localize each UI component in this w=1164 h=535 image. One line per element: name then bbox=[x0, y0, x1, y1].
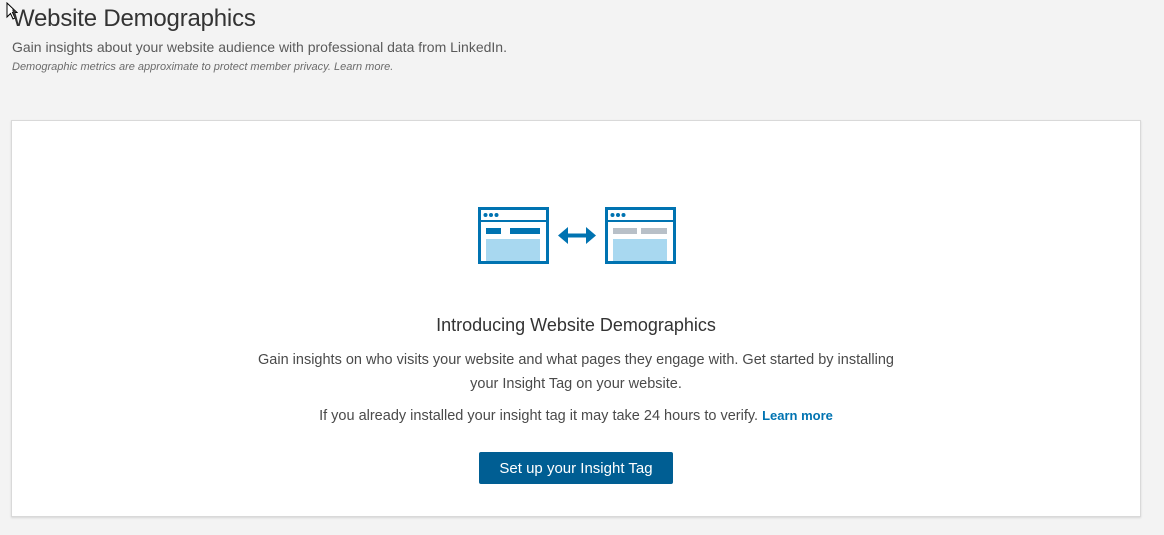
intro-description: Gain insights on who visits your website… bbox=[258, 352, 894, 392]
intro-card: Introducing Website Demographics Gain in… bbox=[11, 120, 1141, 517]
intro-title: Introducing Website Demographics bbox=[436, 315, 716, 335]
page-header: Website Demographics Gain insights about… bbox=[12, 4, 1152, 74]
page-subtitle: Gain insights about your website audienc… bbox=[12, 39, 507, 55]
privacy-note: Demographic metrics are approximate to p… bbox=[12, 60, 1152, 74]
website-sync-icon bbox=[478, 207, 676, 264]
learn-more-link[interactable]: Learn more bbox=[762, 408, 833, 423]
setup-insight-tag-button[interactable]: Set up your Insight Tag bbox=[479, 452, 673, 484]
verify-text: If you already installed your insight ta… bbox=[319, 408, 759, 424]
right-browser-icon bbox=[605, 207, 676, 264]
page-title: Website Demographics bbox=[12, 5, 256, 32]
privacy-note-text: Demographic metrics are approximate to p… bbox=[12, 61, 331, 73]
sync-arrow-icon bbox=[558, 227, 596, 244]
verify-message: If you already installed your insight ta… bbox=[12, 404, 1140, 428]
privacy-learn-more-link[interactable]: Learn more. bbox=[334, 61, 393, 73]
left-browser-icon bbox=[478, 207, 549, 264]
